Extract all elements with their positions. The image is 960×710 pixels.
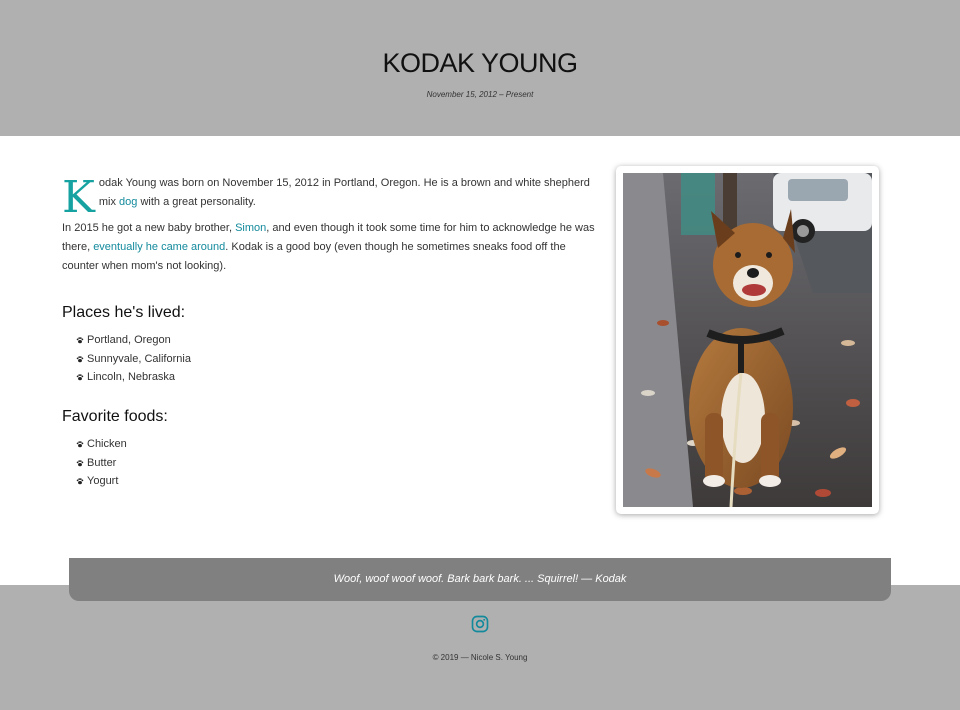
list-item: Butter bbox=[76, 454, 127, 473]
page-dates: November 15, 2012 – Present bbox=[426, 90, 534, 99]
brother-paragraph: In 2015 he got a new baby brother, Simon… bbox=[62, 219, 602, 276]
page-footer bbox=[0, 585, 960, 710]
instagram-icon[interactable] bbox=[471, 615, 489, 633]
came-around-link[interactable]: eventually he came around bbox=[93, 241, 225, 253]
paw-icon bbox=[76, 374, 84, 381]
list-item: Lincoln, Nebraska bbox=[76, 368, 191, 387]
dropcap-letter: K bbox=[62, 172, 95, 223]
foods-list: Chicken Butter Yogurt bbox=[76, 435, 127, 491]
page-header: KODAK YOUNG November 15, 2012 – Present bbox=[0, 0, 960, 136]
paw-icon bbox=[76, 478, 84, 485]
paw-icon bbox=[76, 441, 84, 448]
paw-icon bbox=[76, 459, 84, 466]
dog-link[interactable]: dog bbox=[119, 196, 137, 208]
intro-paragraph: Kodak Young was born on November 15, 201… bbox=[62, 174, 602, 220]
brother-text: In 2015 he got a new baby brother, bbox=[62, 222, 236, 234]
paw-icon bbox=[76, 355, 84, 362]
simon-link[interactable]: Simon bbox=[235, 222, 266, 234]
list-item: Portland, Oregon bbox=[76, 331, 191, 350]
foods-heading: Favorite foods: bbox=[62, 408, 168, 425]
quote-banner: Woof, woof woof woof. Bark bark bark. ..… bbox=[69, 558, 891, 601]
places-list: Portland, Oregon Sunnyvale, California L… bbox=[76, 331, 191, 387]
paw-icon bbox=[76, 337, 84, 344]
list-item: Chicken bbox=[76, 435, 127, 454]
list-item: Sunnyvale, California bbox=[76, 350, 191, 369]
main-content: Kodak Young was born on November 15, 201… bbox=[62, 174, 602, 276]
intro-text-end: with a great personality. bbox=[137, 196, 256, 208]
page-title: KODAK YOUNG bbox=[382, 48, 578, 78]
places-heading: Places he's lived: bbox=[62, 304, 186, 321]
dog-photo bbox=[623, 173, 872, 507]
copyright-text: © 2019 — Nicole S. Young bbox=[432, 653, 528, 662]
list-item: Yogurt bbox=[76, 472, 127, 491]
dog-photo-card bbox=[616, 166, 879, 514]
